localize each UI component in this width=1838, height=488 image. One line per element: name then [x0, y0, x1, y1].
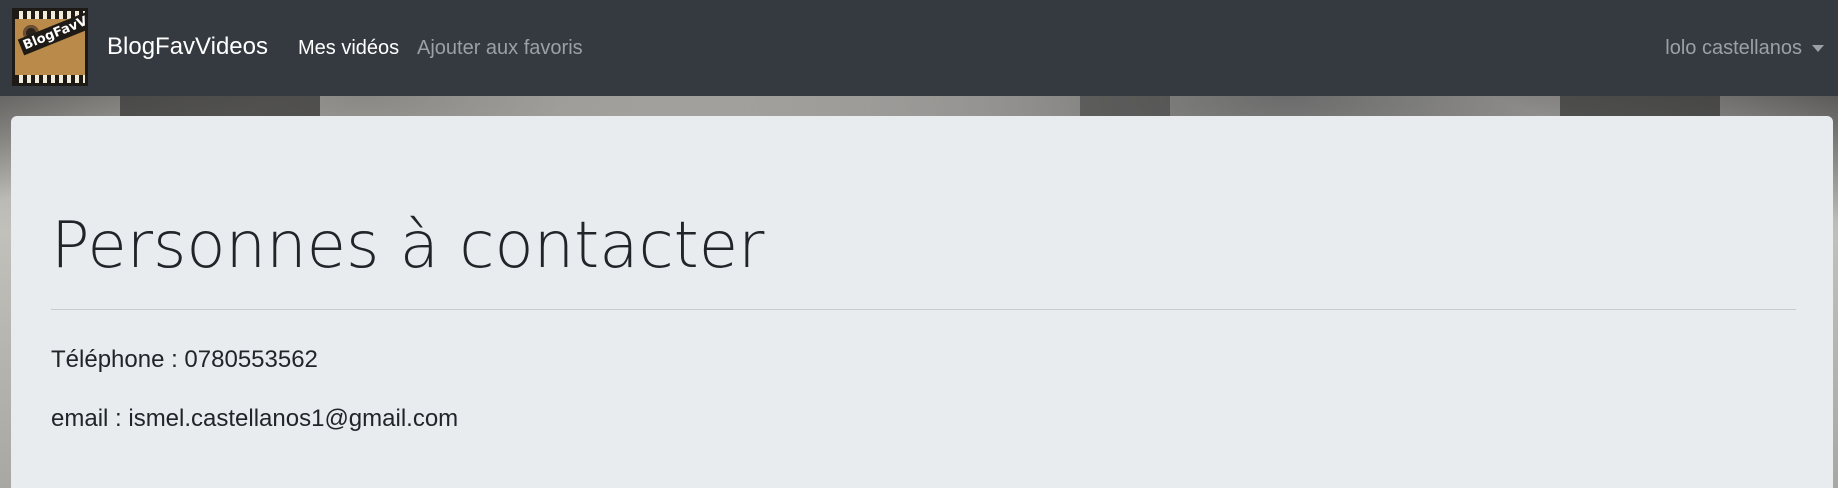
page-title: Personnes à contacter — [51, 209, 765, 283]
background-shape — [120, 96, 320, 118]
caret-down-icon — [1812, 44, 1824, 52]
background-shape — [1560, 96, 1720, 118]
email-text: email : ismel.castellanos1@gmail.com — [51, 405, 459, 432]
brand-name-link[interactable]: BlogFavVideos — [107, 30, 268, 64]
phone-text: Téléphone : 0780553562 — [51, 346, 318, 373]
user-dropdown-toggle[interactable]: lolo castellanos — [1665, 34, 1824, 62]
film-perforation — [15, 75, 85, 83]
contact-panel: Personnes à contacter Téléphone : 078055… — [11, 116, 1833, 488]
user-name: lolo castellanos — [1665, 37, 1802, 59]
background-shape — [1080, 96, 1170, 118]
nav-link-mes-videos[interactable]: Mes vidéos — [298, 34, 399, 62]
divider — [51, 309, 1796, 310]
nav-link-ajouter-favoris[interactable]: Ajouter aux favoris — [417, 34, 583, 62]
top-navbar: BlogFavVideo BlogFavVideos Mes vidéos Aj… — [0, 0, 1838, 96]
brand-logo[interactable]: BlogFavVideo — [12, 8, 88, 86]
